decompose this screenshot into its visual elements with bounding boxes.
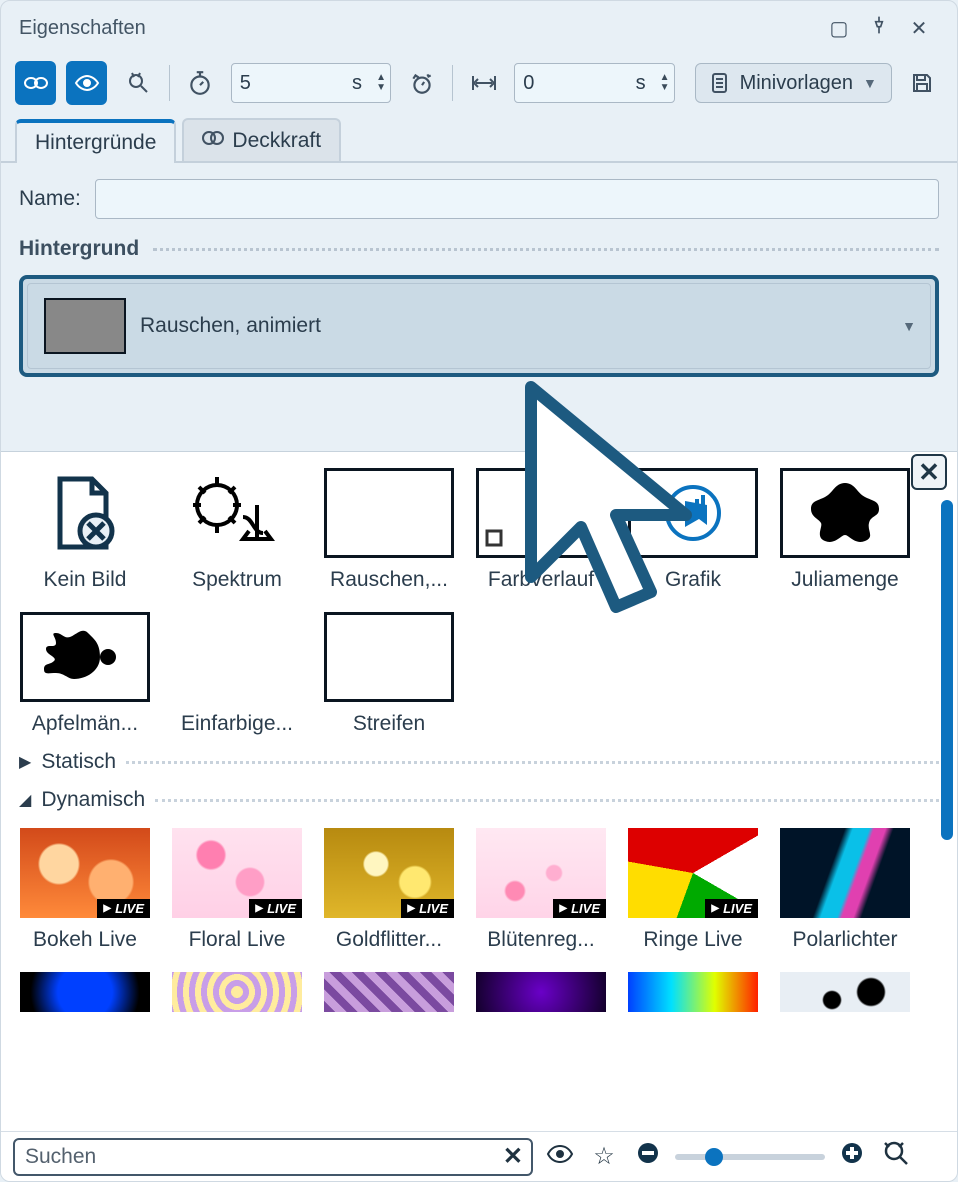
picker-item[interactable]: Spektrum bbox=[171, 468, 303, 592]
selected-thumbnail bbox=[44, 298, 126, 354]
gap-icon bbox=[463, 61, 504, 105]
save-button[interactable] bbox=[902, 61, 943, 105]
picker-item[interactable]: Streifen bbox=[323, 612, 455, 736]
background-combo[interactable]: Rauschen, animiert ▼ bbox=[19, 275, 939, 377]
reset-time-button[interactable] bbox=[401, 61, 442, 105]
picker-item[interactable]: Polarlichter bbox=[779, 828, 911, 952]
picker-item[interactable]: LIVE Goldflitter... bbox=[323, 828, 455, 952]
background-picker: ✕ Kein Bild Spektrum Rauschen,... bbox=[1, 451, 957, 1139]
tab-bar: Hintergründe Deckkraft bbox=[1, 117, 957, 163]
window-title: Eigenschaften bbox=[19, 17, 146, 40]
pin-icon[interactable] bbox=[859, 15, 899, 41]
section-dynamic[interactable]: ◢ Dynamisch bbox=[19, 788, 939, 812]
properties-panel: Eigenschaften ▢ ✕ 5 s ▲▼ bbox=[0, 0, 958, 1182]
picker-item[interactable]: LIVE Ringe Live bbox=[627, 828, 759, 952]
search-input[interactable]: Suchen ✕ bbox=[13, 1138, 533, 1176]
templates-button[interactable]: Minivorlagen ▼ bbox=[695, 63, 892, 103]
floral-thumbnail: LIVE bbox=[172, 828, 302, 918]
picker-item[interactable] bbox=[171, 972, 303, 1012]
picker-item[interactable] bbox=[627, 972, 759, 1012]
gap-input[interactable]: 0 s ▲▼ bbox=[514, 63, 674, 103]
stopwatch-icon bbox=[180, 61, 221, 105]
picker-item[interactable] bbox=[19, 972, 151, 1012]
picker-item[interactable]: LIVE Floral Live bbox=[171, 828, 303, 952]
duration-value: 5 bbox=[240, 72, 352, 95]
spectrum-icon bbox=[172, 468, 302, 558]
favorite-icon[interactable]: ☆ bbox=[587, 1142, 621, 1171]
visibility-toggle-button[interactable] bbox=[66, 61, 107, 105]
maximize-icon[interactable]: ▢ bbox=[819, 16, 859, 41]
picker-item[interactable]: LIVE Bokeh Live bbox=[19, 828, 151, 952]
noise-thumbnail bbox=[324, 468, 454, 558]
picker-bottom-bar: Suchen ✕ ☆ bbox=[1, 1131, 957, 1181]
zoom-slider[interactable] bbox=[675, 1154, 825, 1160]
graphic-thumbnail bbox=[628, 468, 758, 558]
gap-unit: s bbox=[636, 72, 646, 95]
gradient-thumbnail bbox=[476, 468, 606, 558]
target-button[interactable] bbox=[117, 61, 158, 105]
name-input[interactable] bbox=[95, 179, 939, 219]
picker-item[interactable]: Grafik bbox=[627, 468, 759, 592]
solid-color-thumbnail bbox=[172, 612, 302, 702]
templates-label: Minivorlagen bbox=[740, 72, 853, 95]
search-placeholder: Suchen bbox=[25, 1145, 96, 1169]
expand-arrow-icon: ◢ bbox=[19, 790, 31, 810]
opacity-icon bbox=[202, 128, 224, 153]
bokeh-thumbnail: LIVE bbox=[20, 828, 150, 918]
stripes-thumbnail bbox=[324, 612, 454, 702]
zoom-in-icon[interactable] bbox=[835, 1141, 869, 1172]
duration-stepper[interactable]: ▲▼ bbox=[376, 73, 386, 93]
clear-search-icon[interactable]: ✕ bbox=[503, 1142, 523, 1171]
rings-thumbnail: LIVE bbox=[628, 828, 758, 918]
picker-close-button[interactable]: ✕ bbox=[911, 454, 947, 490]
mandelbrot-thumbnail bbox=[20, 612, 150, 702]
name-label: Name: bbox=[19, 187, 81, 211]
blossom-thumbnail: LIVE bbox=[476, 828, 606, 918]
section-static[interactable]: ▶ Statisch bbox=[19, 750, 939, 774]
tab-backgrounds[interactable]: Hintergründe bbox=[15, 119, 176, 163]
selected-background-label: Rauschen, animiert bbox=[140, 314, 321, 338]
julia-thumbnail bbox=[780, 468, 910, 558]
tab-body: Name: Hintergrund Rauschen, animiert ▼ bbox=[1, 163, 957, 385]
gap-value: 0 bbox=[523, 72, 635, 95]
picker-item[interactable]: Kein Bild bbox=[19, 468, 151, 592]
duration-input[interactable]: 5 s ▲▼ bbox=[231, 63, 391, 103]
link-toggle-button[interactable] bbox=[15, 61, 56, 105]
picker-item[interactable]: Farbverlauf bbox=[475, 468, 607, 592]
titlebar: Eigenschaften ▢ ✕ bbox=[1, 1, 957, 55]
scrollbar[interactable] bbox=[941, 500, 953, 1127]
no-image-icon bbox=[20, 468, 150, 558]
group-header-background: Hintergrund bbox=[19, 237, 939, 261]
picker-item[interactable]: Rauschen,... bbox=[323, 468, 455, 592]
picker-item[interactable]: Apfelmän... bbox=[19, 612, 151, 736]
picker-item[interactable]: LIVE Blütenreg... bbox=[475, 828, 607, 952]
picker-item[interactable]: Einfarbige... bbox=[171, 612, 303, 736]
gold-thumbnail: LIVE bbox=[324, 828, 454, 918]
main-toolbar: 5 s ▲▼ 0 s ▲▼ Minivorlagen ▼ bbox=[1, 55, 957, 117]
gap-stepper[interactable]: ▲▼ bbox=[660, 73, 670, 93]
picker-item[interactable] bbox=[323, 972, 455, 1012]
preview-icon[interactable] bbox=[543, 1143, 577, 1171]
zoom-fit-icon[interactable] bbox=[879, 1140, 913, 1173]
picker-grid-dynamic: LIVE Bokeh Live LIVE Floral Live LIVE Go… bbox=[19, 822, 939, 1012]
chevron-down-icon: ▼ bbox=[902, 318, 916, 334]
zoom-out-icon[interactable] bbox=[631, 1141, 665, 1172]
close-icon[interactable]: ✕ bbox=[899, 16, 939, 41]
picker-item[interactable] bbox=[779, 972, 911, 1012]
aurora-thumbnail bbox=[780, 828, 910, 918]
picker-item[interactable] bbox=[475, 972, 607, 1012]
tab-opacity[interactable]: Deckkraft bbox=[182, 118, 341, 161]
collapse-arrow-icon: ▶ bbox=[19, 752, 31, 772]
duration-unit: s bbox=[352, 72, 362, 95]
chevron-down-icon: ▼ bbox=[863, 75, 877, 91]
picker-grid-generators: Kein Bild Spektrum Rauschen,... Farbverl… bbox=[19, 462, 939, 736]
picker-item[interactable]: Juliamenge bbox=[779, 468, 911, 592]
